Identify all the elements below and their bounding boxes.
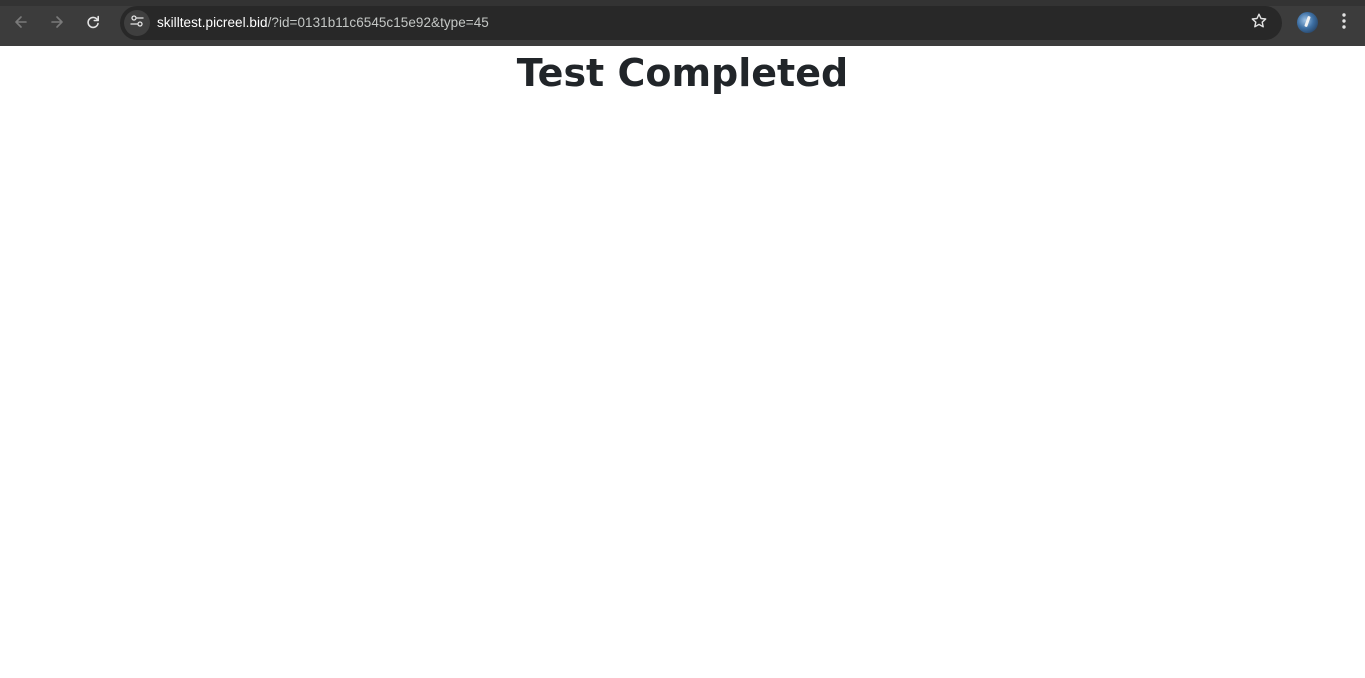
- url-path: /?id=0131b11c6545c15e92&type=45: [267, 15, 489, 30]
- back-button[interactable]: [6, 7, 36, 37]
- url-host: skilltest.picreel.bid: [157, 15, 268, 30]
- reload-button[interactable]: [78, 7, 108, 37]
- url-text[interactable]: skilltest.picreel.bid/?id=0131b11c6545c1…: [157, 6, 489, 40]
- profile-avatar[interactable]: [1297, 12, 1318, 33]
- tune-icon: [130, 14, 144, 33]
- arrow-left-icon: [13, 14, 29, 30]
- forward-button[interactable]: [42, 7, 72, 37]
- reload-icon: [85, 14, 101, 30]
- bookmark-button[interactable]: [1246, 10, 1272, 36]
- page-content: Test Completed: [0, 46, 1365, 678]
- arrow-right-icon: [49, 14, 65, 30]
- menu-button[interactable]: [1332, 9, 1356, 37]
- page-title: Test Completed: [516, 51, 849, 95]
- star-icon: [1250, 12, 1268, 35]
- site-info-button[interactable]: [124, 10, 150, 36]
- browser-toolbar: skilltest.picreel.bid/?id=0131b11c6545c1…: [0, 0, 1365, 46]
- kebab-menu-icon: [1341, 12, 1347, 35]
- address-bar[interactable]: skilltest.picreel.bid/?id=0131b11c6545c1…: [120, 6, 1282, 40]
